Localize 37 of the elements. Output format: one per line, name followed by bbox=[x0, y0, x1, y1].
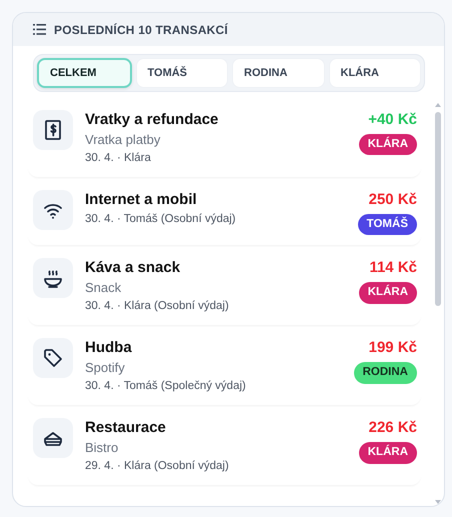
transaction-card[interactable]: Káva a snack Snack 30. 4. · Klára (Osobní výdaj) 114 Kč KLÁRA bbox=[28, 248, 421, 326]
person-tag: TOMÁŠ bbox=[358, 214, 417, 236]
transaction-meta: 30. 4. · Klára (Osobní výdaj) bbox=[85, 300, 229, 312]
transaction-subtitle: Vratka platby bbox=[85, 132, 160, 147]
tag-icon bbox=[42, 347, 64, 370]
transaction-card[interactable]: Restaurace Bistro 29. 4. · Klára (Osobní výdaj) 226 Kč KLÁRA bbox=[28, 408, 421, 486]
transaction-title: Restaurace bbox=[85, 419, 166, 436]
tab[interactable]: TOMÁŠ bbox=[136, 58, 228, 88]
transaction-title: Hudba bbox=[85, 339, 132, 356]
receipt-icon bbox=[42, 119, 64, 141]
tab[interactable]: CELKEM bbox=[37, 58, 132, 88]
transaction-card[interactable]: Hudba Spotify 30. 4. · Tomáš (Společný výdaj) 199 Kč RODINA bbox=[28, 328, 421, 406]
transaction-subtitle: Snack bbox=[85, 280, 122, 296]
person-tag: RODINA bbox=[354, 362, 417, 384]
amount: 114 Kč bbox=[369, 258, 417, 278]
list-icon bbox=[33, 24, 46, 35]
amount: +40 Kč bbox=[368, 110, 417, 130]
person-tag: KLÁRA bbox=[358, 282, 417, 304]
transaction-title: Káva a snack bbox=[85, 259, 180, 276]
transaction-card[interactable]: Internet a mobil 30. 4. · Tomáš (Osobní výdaj) 250 Kč TOMÁŠ bbox=[28, 180, 421, 246]
person-tag: KLÁRA bbox=[358, 134, 417, 156]
amount: 250 Kč bbox=[368, 190, 417, 210]
transaction-subtitle: Bistro bbox=[85, 440, 118, 456]
transaction-card[interactable]: Vratky a refundace Vratka platby 30. 4. · Klára +40 Kč KLÁRA bbox=[28, 100, 421, 177]
transaction-meta: 30. 4. · Tomáš (Osobní výdaj) bbox=[85, 213, 236, 225]
panel-title: POSLEDNÍCH 10 TRANSAKCÍ bbox=[54, 22, 228, 38]
person-tag: KLÁRA bbox=[358, 442, 417, 464]
transaction-meta: 29. 4. · Klára (Osobní výdaj) bbox=[85, 460, 229, 472]
transaction-title: Vratky a refundace bbox=[85, 111, 218, 128]
tab[interactable]: RODINA bbox=[232, 58, 324, 88]
tab[interactable]: KLÁRA bbox=[328, 58, 421, 88]
transaction-title: Internet a mobil bbox=[85, 191, 197, 208]
transaction-meta: 30. 4. · Klára bbox=[85, 152, 151, 164]
transaction-meta: 30. 4. · Tomáš (Společný výdaj) bbox=[85, 380, 246, 392]
amount: 226 Kč bbox=[368, 418, 417, 438]
transaction-subtitle: Spotify bbox=[85, 360, 125, 376]
amount: 199 Kč bbox=[368, 338, 417, 358]
